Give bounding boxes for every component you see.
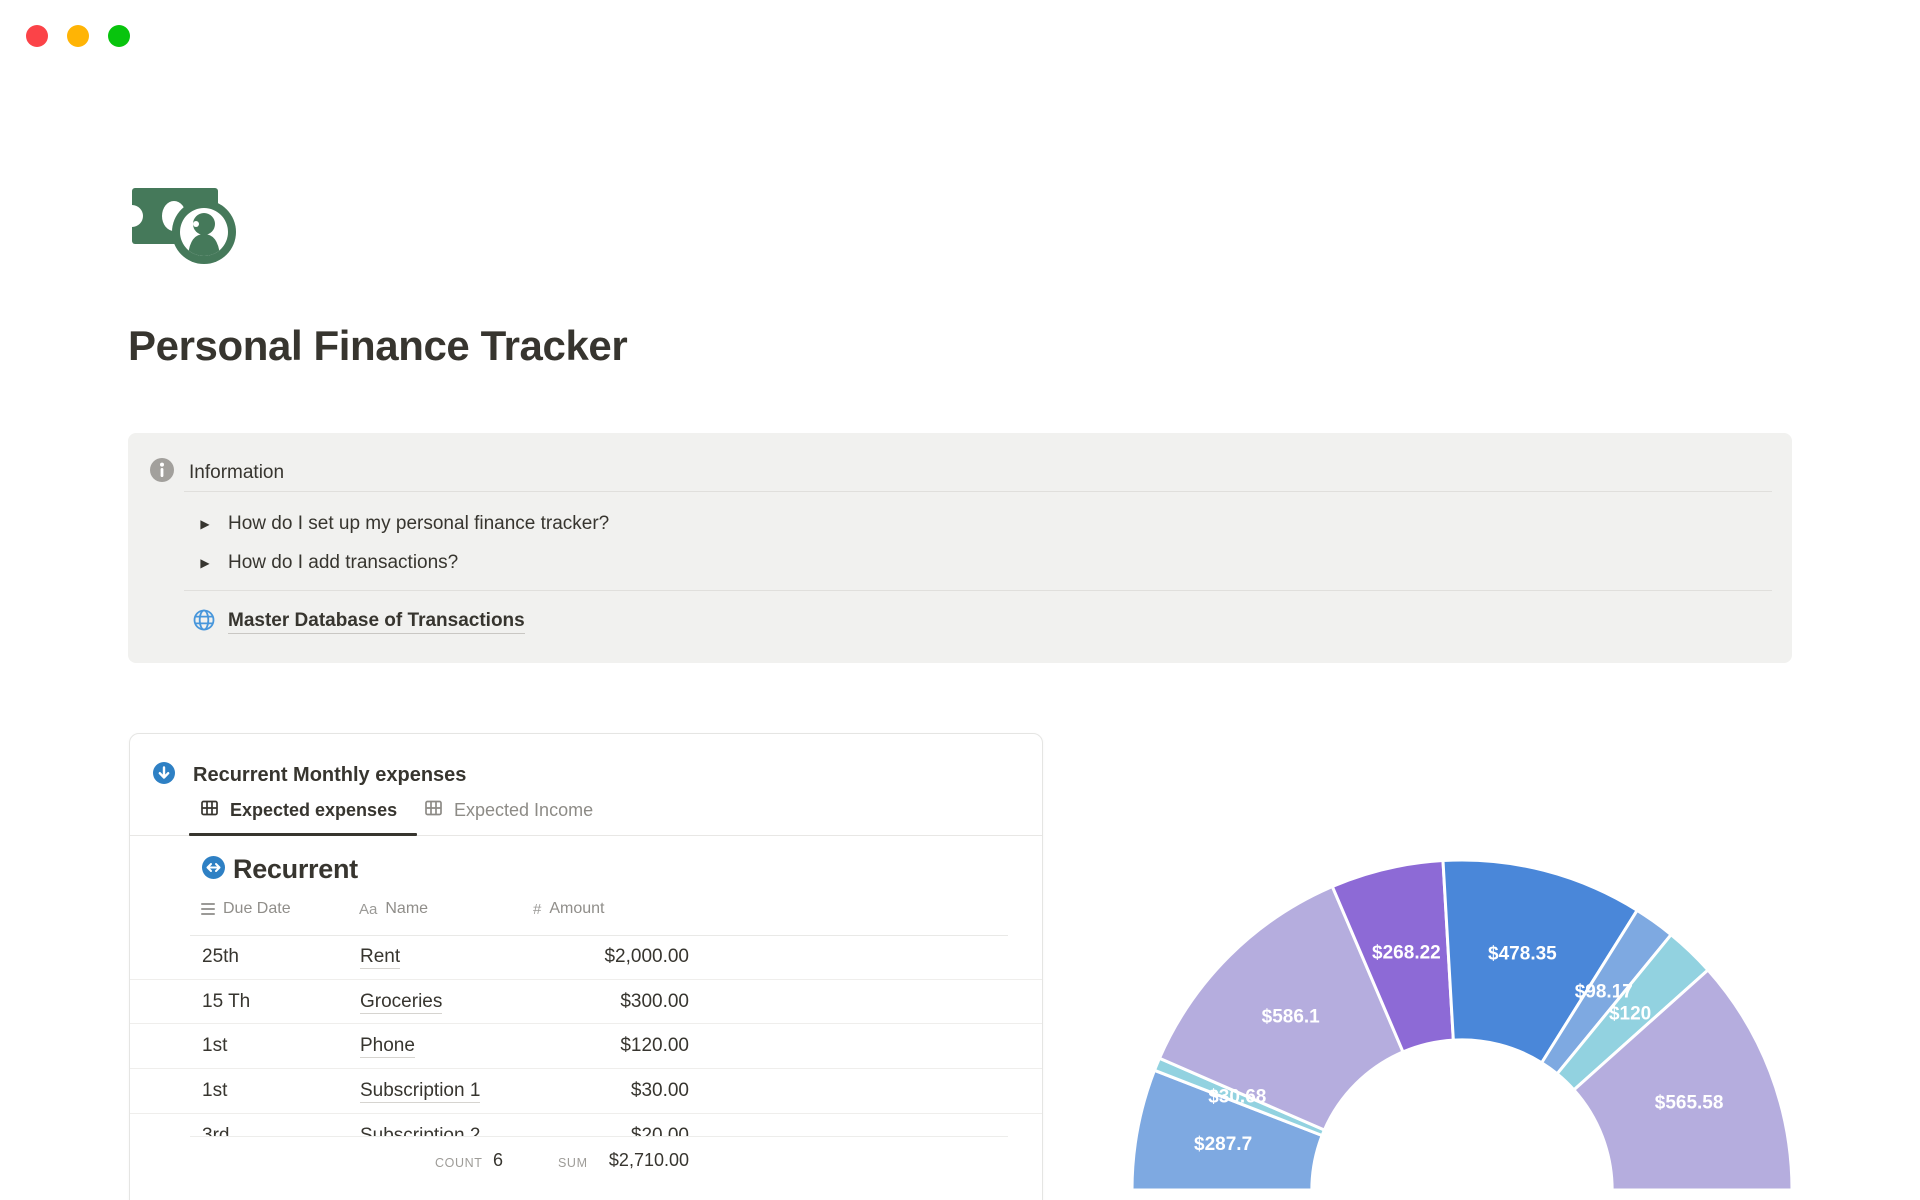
count-value[interactable]: 6: [493, 1150, 503, 1171]
column-header-name[interactable]: Aa Name: [359, 900, 428, 918]
globe-icon: [192, 608, 216, 637]
page-title: Personal Finance Tracker: [128, 322, 628, 369]
expenses-donut-chart: $287.7 $30.68 $586.1 $268.22 $478.35 $98.17$1…: [1130, 858, 1794, 1192]
tab-label: Expected Income: [454, 800, 594, 820]
chart-slice-label: $268.22: [1372, 942, 1441, 963]
toggle-triangle-icon[interactable]: ▶: [196, 517, 214, 531]
zoom-button[interactable]: [108, 25, 130, 47]
table-column-headers: Due Date Aa Name # Amount: [130, 900, 1042, 934]
cell-amount[interactable]: $120.00: [533, 1024, 689, 1069]
callout-title: Information: [189, 461, 285, 483]
table-row[interactable]: 15 Th Groceries $300.00: [130, 980, 1042, 1025]
recurrent-expenses-card: Recurrent Monthly expenses Expected expe…: [129, 733, 1043, 1200]
toggle-setup-question[interactable]: ▶ How do I set up my personal finance tr…: [196, 504, 609, 543]
table-footer: COUNT 6 SUM $2,710.00: [130, 1137, 1042, 1187]
column-label: Due Date: [223, 900, 291, 917]
cell-name[interactable]: Groceries: [360, 980, 443, 1025]
master-database-link[interactable]: Master Database of Transactions: [192, 600, 525, 644]
chart-slice-label: $30.68: [1208, 1086, 1266, 1107]
count-label[interactable]: COUNT: [435, 1156, 482, 1170]
cell-due-date[interactable]: 15 Th: [202, 980, 250, 1025]
information-callout: Information ▶ How do I set up my persona…: [128, 433, 1792, 663]
table-rows: 25th Rent $2,000.00 15 Th Groceries $300.00 1s…: [130, 935, 1042, 1136]
toggle-add-transactions-question[interactable]: ▶ How do I add transactions?: [196, 543, 458, 582]
divider: [184, 491, 1772, 492]
recurrent-section-header: Recurrent: [202, 854, 358, 885]
chart-slice-label: $586.1: [1262, 1007, 1321, 1028]
chart-slice-label: $478.35: [1488, 944, 1557, 965]
cell-amount[interactable]: $20.00: [533, 1114, 689, 1136]
column-header-amount[interactable]: # Amount: [533, 900, 604, 918]
minimize-button[interactable]: [67, 25, 89, 47]
column-label: Amount: [549, 900, 605, 917]
cell-name[interactable]: Phone: [360, 1024, 415, 1069]
tab-expected-income[interactable]: Expected Income: [425, 800, 593, 821]
table-row[interactable]: 1st Subscription 1 $30.00: [130, 1069, 1042, 1114]
close-button[interactable]: [26, 25, 48, 47]
cell-name[interactable]: Rent: [360, 935, 401, 980]
page-link[interactable]: Subscription 1: [360, 1080, 481, 1104]
sum-value[interactable]: $2,710.00: [533, 1150, 689, 1171]
window-controls: [26, 25, 130, 47]
arrow-down-circle-icon: [153, 762, 175, 789]
info-icon: [150, 458, 174, 487]
callout-header: Information: [150, 458, 284, 487]
toggle-label: How do I set up my personal finance trac…: [228, 512, 610, 534]
section-title: Recurrent: [233, 854, 358, 884]
page-link[interactable]: Groceries: [360, 990, 443, 1014]
column-label: Name: [385, 900, 429, 917]
cell-name[interactable]: Subscription 2: [360, 1114, 481, 1136]
active-tab-underline: [189, 833, 417, 836]
card-header: Recurrent Monthly expenses: [153, 762, 466, 789]
linked-database-arrows-icon: [202, 855, 225, 884]
chart-slice-label: $287.7: [1194, 1134, 1252, 1155]
divider: [184, 590, 1772, 591]
chart-slice-label: $98.17: [1575, 982, 1633, 1003]
table-row[interactable]: 3rd Subscription 2 $20.00: [130, 1114, 1042, 1136]
chart-slice-label: $565.58: [1655, 1092, 1724, 1113]
number-icon: #: [533, 900, 542, 918]
page-link[interactable]: Subscription 2: [360, 1124, 481, 1136]
cell-amount[interactable]: $2,000.00: [533, 935, 689, 980]
toggle-triangle-icon[interactable]: ▶: [196, 556, 214, 570]
table-grid-icon: [201, 800, 218, 821]
tab-label: Expected expenses: [230, 800, 398, 820]
text-icon: Aa: [359, 900, 378, 918]
cell-amount[interactable]: $300.00: [533, 980, 689, 1025]
page-link[interactable]: Phone: [360, 1035, 415, 1059]
toggle-label: How do I add transactions?: [228, 551, 459, 573]
column-header-due-date[interactable]: Due Date: [201, 900, 291, 918]
master-database-link-label: Master Database of Transactions: [228, 610, 525, 634]
cell-due-date[interactable]: 1st: [202, 1069, 227, 1114]
card-title: Recurrent Monthly expenses: [193, 764, 467, 786]
page-link[interactable]: Rent: [360, 946, 401, 969]
list-icon: [201, 903, 215, 915]
cell-name[interactable]: Subscription 1: [360, 1069, 481, 1114]
tab-expected-expenses[interactable]: Expected expenses: [201, 800, 397, 821]
table-row[interactable]: 25th Rent $2,000.00: [130, 935, 1042, 980]
table-grid-icon: [425, 800, 442, 821]
cell-due-date[interactable]: 3rd: [202, 1114, 229, 1136]
table-row[interactable]: 1st Phone $120.00: [130, 1024, 1042, 1070]
notion-window: Personal Finance Tracker Information ▶ H…: [0, 0, 1920, 1200]
cell-amount[interactable]: $30.00: [533, 1069, 689, 1114]
page-icon-money[interactable]: [121, 180, 238, 266]
cell-due-date[interactable]: 1st: [202, 1024, 227, 1069]
chart-slice-label: $120: [1609, 1003, 1651, 1024]
cell-due-date[interactable]: 25th: [202, 935, 239, 980]
